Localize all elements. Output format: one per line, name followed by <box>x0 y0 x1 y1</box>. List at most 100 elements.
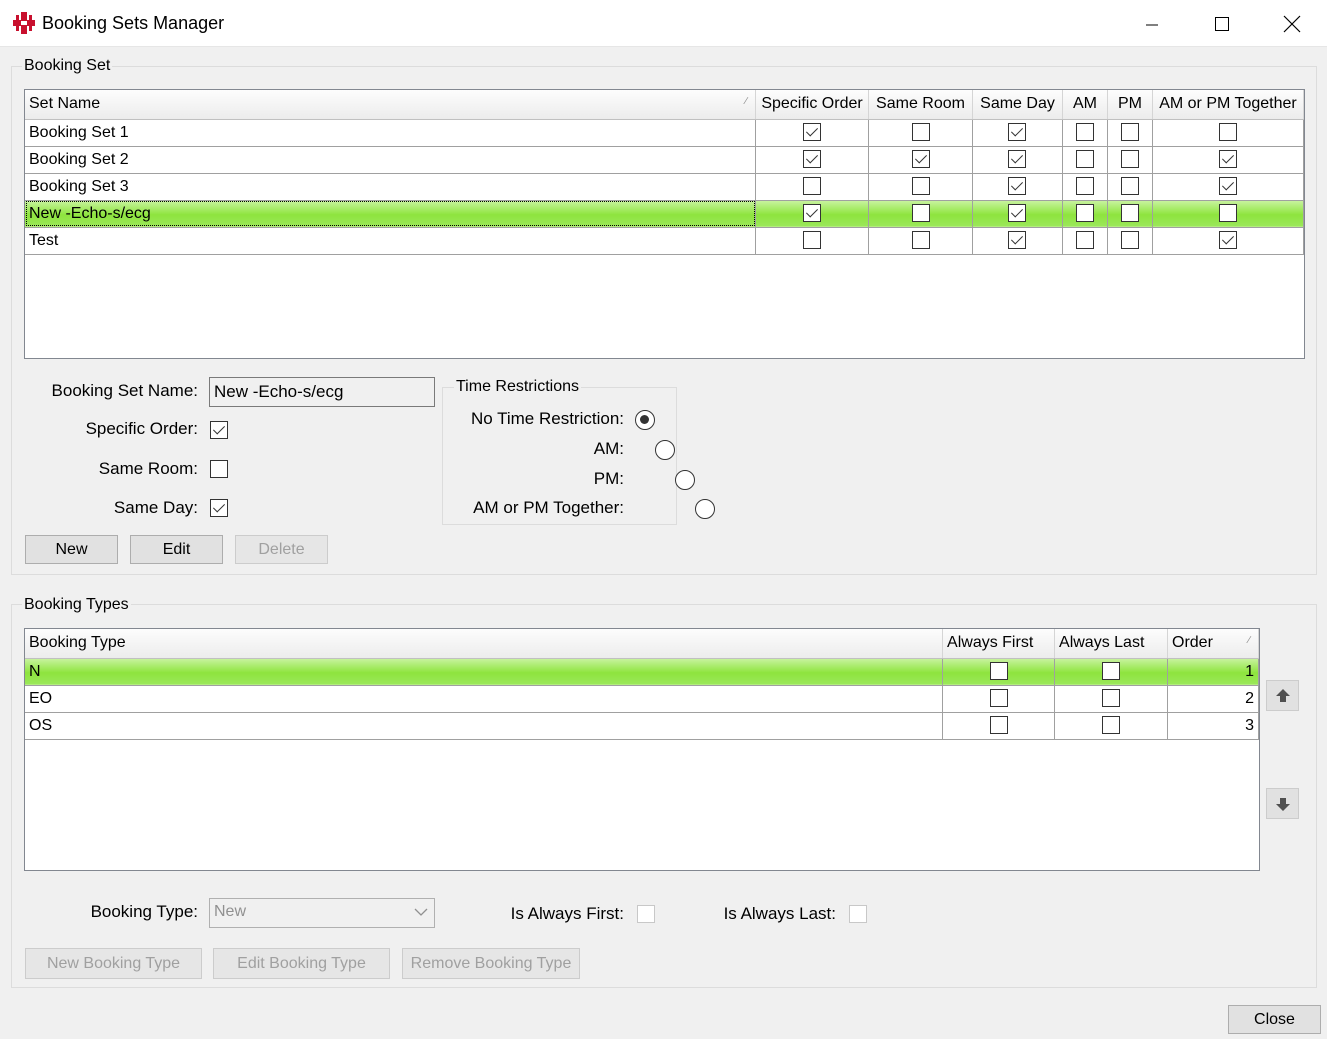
booking-type-dropdown[interactable]: New <box>209 898 435 928</box>
pm-cell-checkbox[interactable] <box>1120 150 1139 169</box>
pm-radio[interactable] <box>675 470 695 490</box>
always-first-cell-checkbox[interactable] <box>989 716 1008 735</box>
remove-booking-type-button[interactable]: Remove Booking Type <box>402 948 580 979</box>
specific-order-checkbox[interactable] <box>210 421 228 439</box>
booking-set-row[interactable]: Booking Set 1 <box>25 119 1304 147</box>
pm-cell-checkbox[interactable] <box>1120 231 1139 250</box>
same-day-cell-checkbox[interactable] <box>1008 123 1027 142</box>
specific-order-cell-checkbox[interactable] <box>803 177 822 196</box>
column-header-set-name[interactable]: Set Name ∕ <box>25 90 757 120</box>
order-cell[interactable]: 3 <box>1167 712 1259 740</box>
edit-booking-set-button[interactable]: Edit <box>130 535 223 564</box>
column-header-pm[interactable]: PM <box>1107 90 1153 120</box>
am-or-pm-together-cell-checkbox[interactable] <box>1218 231 1237 250</box>
booking-set-grid[interactable]: Set Name ∕ Specific Order Same Room Same … <box>24 89 1305 359</box>
move-down-button[interactable] <box>1266 788 1299 819</box>
booking-set-name-cell[interactable]: Test <box>25 227 757 255</box>
booking-types-grid[interactable]: Booking Type Always First Always Last Or… <box>24 628 1260 871</box>
new-booking-set-button[interactable]: New <box>25 535 118 564</box>
same-room-cell <box>868 173 973 201</box>
booking-type-row[interactable]: N1 <box>25 658 1259 686</box>
booking-set-name-cell[interactable]: Booking Set 1 <box>25 119 757 147</box>
specific-order-cell-checkbox[interactable] <box>803 150 822 169</box>
pm-cell-checkbox[interactable] <box>1120 177 1139 196</box>
am-cell-checkbox[interactable] <box>1075 231 1094 250</box>
column-header-am-or-pm-together[interactable]: AM or PM Together <box>1152 90 1304 120</box>
column-header-booking-type[interactable]: Booking Type <box>25 629 944 659</box>
no-time-restriction-radio[interactable] <box>635 410 655 430</box>
always-first-cell-checkbox[interactable] <box>989 689 1008 708</box>
close-window-button[interactable] <box>1257 0 1327 47</box>
chevron-down-icon <box>414 908 428 916</box>
always-last-cell-checkbox[interactable] <box>1102 716 1120 735</box>
order-cell[interactable]: 2 <box>1167 685 1259 713</box>
am-or-pm-together-radio[interactable] <box>695 499 715 519</box>
specific-order-cell-checkbox[interactable] <box>803 123 822 142</box>
delete-booking-set-button[interactable]: Delete <box>235 535 328 564</box>
specific-order-cell-checkbox[interactable] <box>803 204 822 223</box>
am-or-pm-together-cell-checkbox[interactable] <box>1218 150 1237 169</box>
is-always-first-checkbox[interactable] <box>637 905 655 923</box>
pm-cell-checkbox[interactable] <box>1120 123 1139 142</box>
booking-type-cell[interactable]: EO <box>25 685 944 713</box>
same-day-cell-checkbox[interactable] <box>1008 177 1027 196</box>
am-cell-checkbox[interactable] <box>1075 204 1094 223</box>
booking-set-row[interactable]: Booking Set 2 <box>25 146 1304 174</box>
am-cell-checkbox[interactable] <box>1075 150 1094 169</box>
column-header-same-room[interactable]: Same Room <box>868 90 973 120</box>
same-room-cell-checkbox[interactable] <box>911 231 930 250</box>
same-room-checkbox[interactable] <box>210 460 228 478</box>
booking-set-name-cell[interactable]: New -Echo-s/ecg <box>25 200 757 228</box>
pm-label: PM: <box>593 469 624 488</box>
column-header-same-day[interactable]: Same Day <box>972 90 1063 120</box>
order-cell[interactable]: 1 <box>1167 658 1259 686</box>
new-booking-type-button[interactable]: New Booking Type <box>25 948 202 979</box>
same-room-cell-checkbox[interactable] <box>911 150 930 169</box>
specific-order-cell <box>755 227 870 255</box>
close-button[interactable]: Close <box>1228 1005 1321 1034</box>
same-room-cell-checkbox[interactable] <box>911 123 930 142</box>
always-last-cell-checkbox[interactable] <box>1102 689 1120 708</box>
am-radio[interactable] <box>655 440 675 460</box>
same-room-cell-checkbox[interactable] <box>911 204 930 223</box>
maximize-button[interactable] <box>1187 0 1257 47</box>
am-or-pm-together-cell-checkbox[interactable] <box>1218 177 1237 196</box>
column-header-order[interactable]: Order ∕ <box>1167 629 1259 659</box>
same-day-cell-checkbox[interactable] <box>1008 150 1027 169</box>
always-first-cell <box>942 658 1056 686</box>
am-cell-checkbox[interactable] <box>1075 177 1094 196</box>
booking-type-cell[interactable]: OS <box>25 712 944 740</box>
minimize-button[interactable] <box>1117 0 1187 47</box>
booking-set-name-cell[interactable]: Booking Set 3 <box>25 173 757 201</box>
booking-set-name-label: Booking Set Name: <box>51 381 198 400</box>
column-header-specific-order[interactable]: Specific Order <box>755 90 870 120</box>
same-day-checkbox[interactable] <box>210 499 228 517</box>
same-day-label: Same Day: <box>113 498 198 517</box>
specific-order-cell-checkbox[interactable] <box>803 231 822 250</box>
am-or-pm-together-cell-checkbox[interactable] <box>1218 123 1237 142</box>
pm-cell <box>1107 200 1153 228</box>
am-or-pm-together-cell-checkbox[interactable] <box>1218 204 1237 223</box>
booking-type-row[interactable]: EO 2 <box>25 685 1259 713</box>
column-header-always-last[interactable]: Always Last <box>1054 629 1168 659</box>
booking-set-row[interactable]: Test <box>25 227 1304 255</box>
am-or-pm-together-cell <box>1152 119 1304 147</box>
same-day-cell-checkbox[interactable] <box>1008 204 1027 223</box>
booking-type-cell[interactable]: N <box>25 658 944 686</box>
booking-type-row[interactable]: OS 3 <box>25 712 1259 740</box>
always-last-cell-checkbox[interactable] <box>1102 662 1120 681</box>
pm-cell-checkbox[interactable] <box>1120 204 1139 223</box>
booking-set-name-field[interactable]: New -Echo-s/ecg <box>209 377 435 407</box>
always-first-cell-checkbox[interactable] <box>989 662 1008 681</box>
booking-set-name-cell[interactable]: Booking Set 2 <box>25 146 757 174</box>
same-room-cell-checkbox[interactable] <box>911 177 930 196</box>
edit-booking-type-button[interactable]: Edit Booking Type <box>213 948 390 979</box>
column-header-am[interactable]: AM <box>1062 90 1108 120</box>
column-header-always-first[interactable]: Always First <box>942 629 1056 659</box>
am-cell-checkbox[interactable] <box>1075 123 1094 142</box>
move-up-button[interactable] <box>1266 680 1299 711</box>
booking-set-row[interactable]: New -Echo-s/ecg <box>25 200 1304 228</box>
is-always-last-checkbox[interactable] <box>849 905 867 923</box>
same-day-cell-checkbox[interactable] <box>1008 231 1027 250</box>
booking-set-row[interactable]: Booking Set 3 <box>25 173 1304 201</box>
